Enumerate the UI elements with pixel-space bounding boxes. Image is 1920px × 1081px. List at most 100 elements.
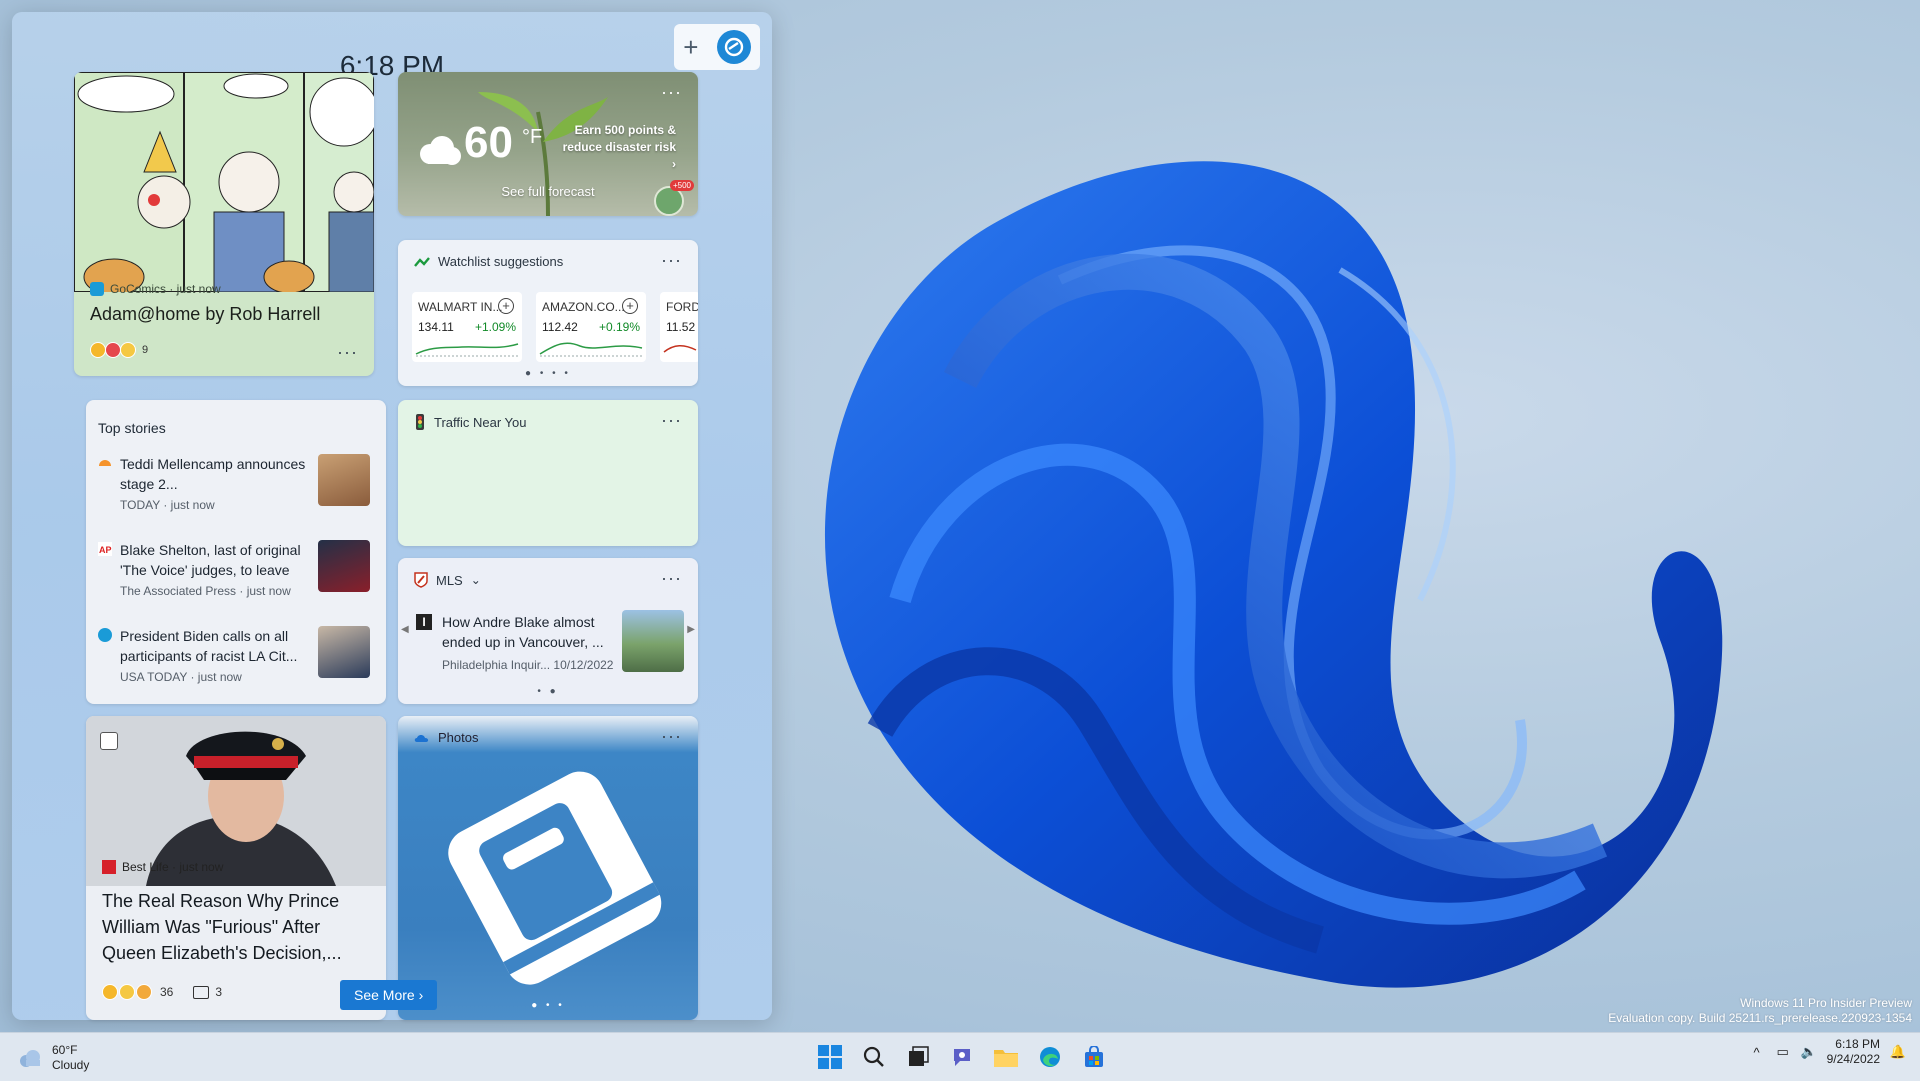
traffic-more-icon[interactable]: ··· <box>661 410 682 431</box>
weather-card[interactable]: 60 °F ··· Earn 500 points & reduce disas… <box>398 72 698 216</box>
stock-tile-amazon[interactable]: AMAZON.CO... + 112.42 +0.19% <box>536 292 646 362</box>
mls-more-icon[interactable]: ··· <box>661 568 682 589</box>
mls-card[interactable]: MLS ⌄ ··· ◀ ▶ I How Andre Blake almost e… <box>398 558 698 704</box>
image-gallery-icon[interactable] <box>100 732 118 750</box>
file-explorer-button[interactable] <box>988 1039 1024 1075</box>
story-thumbnail <box>318 626 370 678</box>
stock-name: WALMART IN... <box>418 300 503 314</box>
taskbar-temp: 60°F <box>52 1043 78 1057</box>
weather-promo-text: Earn 500 points & reduce disaster risk <box>562 123 676 154</box>
prince-headline: The Real Reason Why Prince William Was "… <box>102 891 342 963</box>
add-to-watchlist-icon[interactable]: + <box>498 298 514 314</box>
add-to-watchlist-icon[interactable]: + <box>622 298 638 314</box>
story-source: The Associated Press · just now <box>120 584 291 598</box>
gocomics-logo-icon <box>90 282 104 296</box>
stock-name: FORD <box>666 300 698 314</box>
mls-header[interactable]: MLS ⌄ <box>414 572 481 588</box>
stock-tile-walmart[interactable]: WALMART IN... + 134.11 +1.09% <box>412 292 522 362</box>
book-placeholder-icon <box>448 771 662 985</box>
teams-chat-icon <box>954 1049 970 1066</box>
weather-promo[interactable]: Earn 500 points & reduce disaster risk › <box>556 122 676 173</box>
full-forecast-link[interactable]: See full forecast <box>398 184 698 199</box>
stock-name: AMAZON.CO... <box>542 300 625 314</box>
photos-pager[interactable]: ● • • <box>398 1000 698 1011</box>
like-emoji-icon <box>90 342 106 358</box>
notification-bell-icon[interactable]: 🔔 <box>1890 1044 1906 1060</box>
watchlist-more-icon[interactable]: ··· <box>661 250 682 271</box>
carousel-right-arrow-icon[interactable]: ▶ <box>687 624 695 635</box>
mls-source: Philadelphia Inquir... 10/12/2022 <box>442 658 614 672</box>
see-more-button[interactable]: See More › <box>340 980 438 1010</box>
heart-emoji-icon <box>105 342 121 358</box>
weather-more-icon[interactable]: ··· <box>661 82 682 103</box>
rewards-badge-icon[interactable]: +500 <box>654 180 694 216</box>
prince-reaction-count[interactable]: 36 <box>160 985 173 999</box>
volume-icon[interactable]: 🔈 <box>1801 1044 1817 1060</box>
story-headline: President Biden calls on all participant… <box>120 628 298 664</box>
comic-source: GoComics · just now <box>90 282 221 296</box>
top-stories-title: Top stories <box>98 420 166 436</box>
rewards-badge-label: +500 <box>669 180 694 191</box>
photos-card[interactable]: Photos ··· ● • • <box>398 716 698 1020</box>
network-icon[interactable]: ▭ <box>1775 1044 1791 1060</box>
traffic-light-icon <box>416 414 424 430</box>
photos-more-icon[interactable]: ··· <box>661 726 682 747</box>
story-item[interactable]: Teddi Mellencamp announces stage 2... TO… <box>98 454 380 524</box>
weather-temperature: 60 <box>464 118 513 167</box>
usa-today-logo-icon <box>98 628 112 642</box>
chevron-right-icon: › <box>672 157 676 171</box>
microsoft-store-button[interactable] <box>1076 1039 1112 1075</box>
prince-story-card[interactable]: Best Life · just now The Real Reason Why… <box>86 716 386 1020</box>
chevron-down-icon[interactable]: ⌄ <box>471 573 481 587</box>
chevron-up-icon[interactable]: ^ <box>1749 1044 1765 1060</box>
comic-card[interactable]: GoComics · just now Adam@home by Rob Har… <box>74 72 374 376</box>
mls-shield-icon <box>414 572 428 588</box>
mls-headline: How Andre Blake almost ended up in Vanco… <box>442 614 604 650</box>
carousel-left-arrow-icon[interactable]: ◀ <box>401 624 409 635</box>
photos-header: Photos <box>414 730 478 745</box>
taskbar-weather-widget[interactable]: 60°F Cloudy <box>18 1043 89 1073</box>
system-clock[interactable]: 6:18 PM 9/24/2022 <box>1827 1037 1880 1067</box>
stock-tile-ford[interactable]: FORD 11.52 <box>660 292 698 362</box>
edge-browser-button[interactable] <box>1032 1039 1068 1075</box>
laugh-emoji-icon <box>120 342 136 358</box>
stock-sparkline <box>539 342 643 357</box>
taskbar-weather-desc: Cloudy <box>52 1058 90 1072</box>
comic-more-icon[interactable]: ··· <box>337 342 358 363</box>
story-item[interactable]: President Biden calls on all participant… <box>98 626 380 696</box>
task-view-button[interactable] <box>900 1039 936 1075</box>
taskbar: 60°F Cloudy ^ ▭ 🔈 6:18 PM 9/24/2022 🔔 <box>0 1032 1920 1081</box>
system-tray: ^ ▭ 🔈 6:18 PM 9/24/2022 🔔 <box>1749 1037 1907 1067</box>
folder-icon <box>994 1050 1018 1067</box>
windows-logo-icon <box>818 1045 842 1069</box>
comic-reactions[interactable]: 9 <box>90 342 148 358</box>
story-item[interactable]: AP Blake Shelton, last of original 'The … <box>98 540 380 610</box>
comment-icon[interactable] <box>193 985 210 999</box>
story-thumbnail <box>318 540 370 592</box>
watchlist-pager[interactable]: ● • • • <box>398 368 698 379</box>
today-logo-icon <box>99 460 111 466</box>
stocks-trend-icon <box>414 256 430 267</box>
teams-chat-button[interactable] <box>944 1039 980 1075</box>
add-widget-plus-icon[interactable]: + <box>683 34 698 60</box>
search-button[interactable] <box>856 1039 892 1075</box>
comic-title: Adam@home by Rob Harrell <box>90 304 321 324</box>
story-headline: Teddi Mellencamp announces stage 2... <box>120 456 306 492</box>
story-headline: Blake Shelton, last of original 'The Voi… <box>120 542 301 578</box>
best-life-logo-icon <box>102 860 116 874</box>
story-source: USA TODAY · just now <box>120 670 242 684</box>
story-source: TODAY · just now <box>120 498 215 512</box>
like-emoji-icon <box>102 984 118 1000</box>
watchlist-header: Watchlist suggestions <box>414 254 563 269</box>
start-button[interactable] <box>812 1039 848 1075</box>
task-view-icon <box>909 1046 929 1066</box>
watchlist-title: Watchlist suggestions <box>438 254 564 269</box>
mls-pager[interactable]: • ● <box>398 686 698 697</box>
account-avatar-icon[interactable] <box>716 30 751 64</box>
svg-text:AP: AP <box>99 545 112 555</box>
sad-emoji-icon <box>136 984 152 1000</box>
watchlist-card: Watchlist suggestions ··· WALMART IN... … <box>398 240 698 386</box>
traffic-card[interactable]: Traffic Near You ··· <box>398 400 698 546</box>
clock-date: 9/24/2022 <box>1826 1052 1880 1066</box>
prince-comment-count[interactable]: 3 <box>215 985 222 999</box>
